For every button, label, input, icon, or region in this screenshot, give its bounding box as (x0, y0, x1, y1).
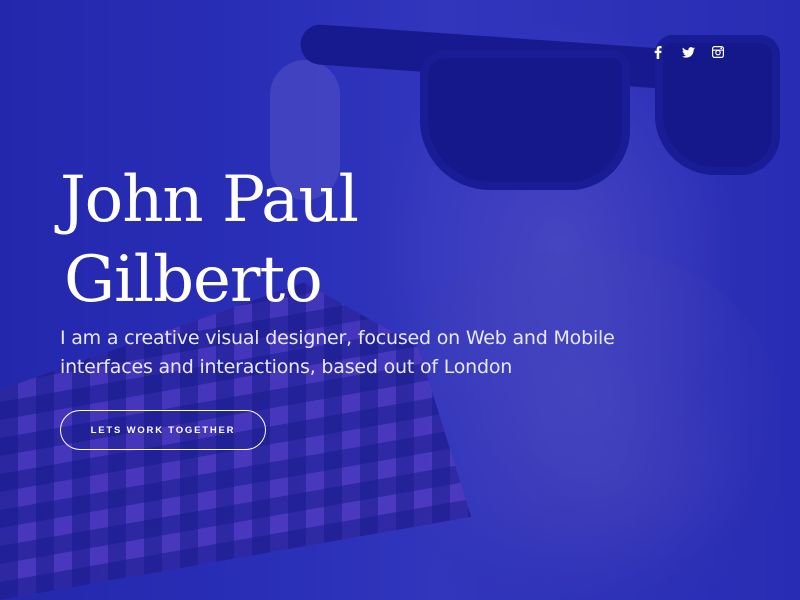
hero-name-line-2: Gilberto (64, 243, 323, 317)
hero-name-line-1: John Paul (60, 163, 359, 237)
twitter-icon[interactable] (680, 44, 696, 60)
social-links (650, 44, 726, 60)
hero-tagline: I am a creative visual designer, focused… (60, 327, 615, 378)
lets-work-together-button[interactable]: LETS WORK TOGETHER (60, 410, 266, 450)
facebook-icon[interactable] (650, 44, 666, 60)
instagram-icon[interactable] (710, 44, 726, 60)
hero-section: John Paul Gilberto I am a creative visua… (0, 0, 800, 600)
hero-name-heading: John Paul Gilberto (60, 160, 359, 320)
